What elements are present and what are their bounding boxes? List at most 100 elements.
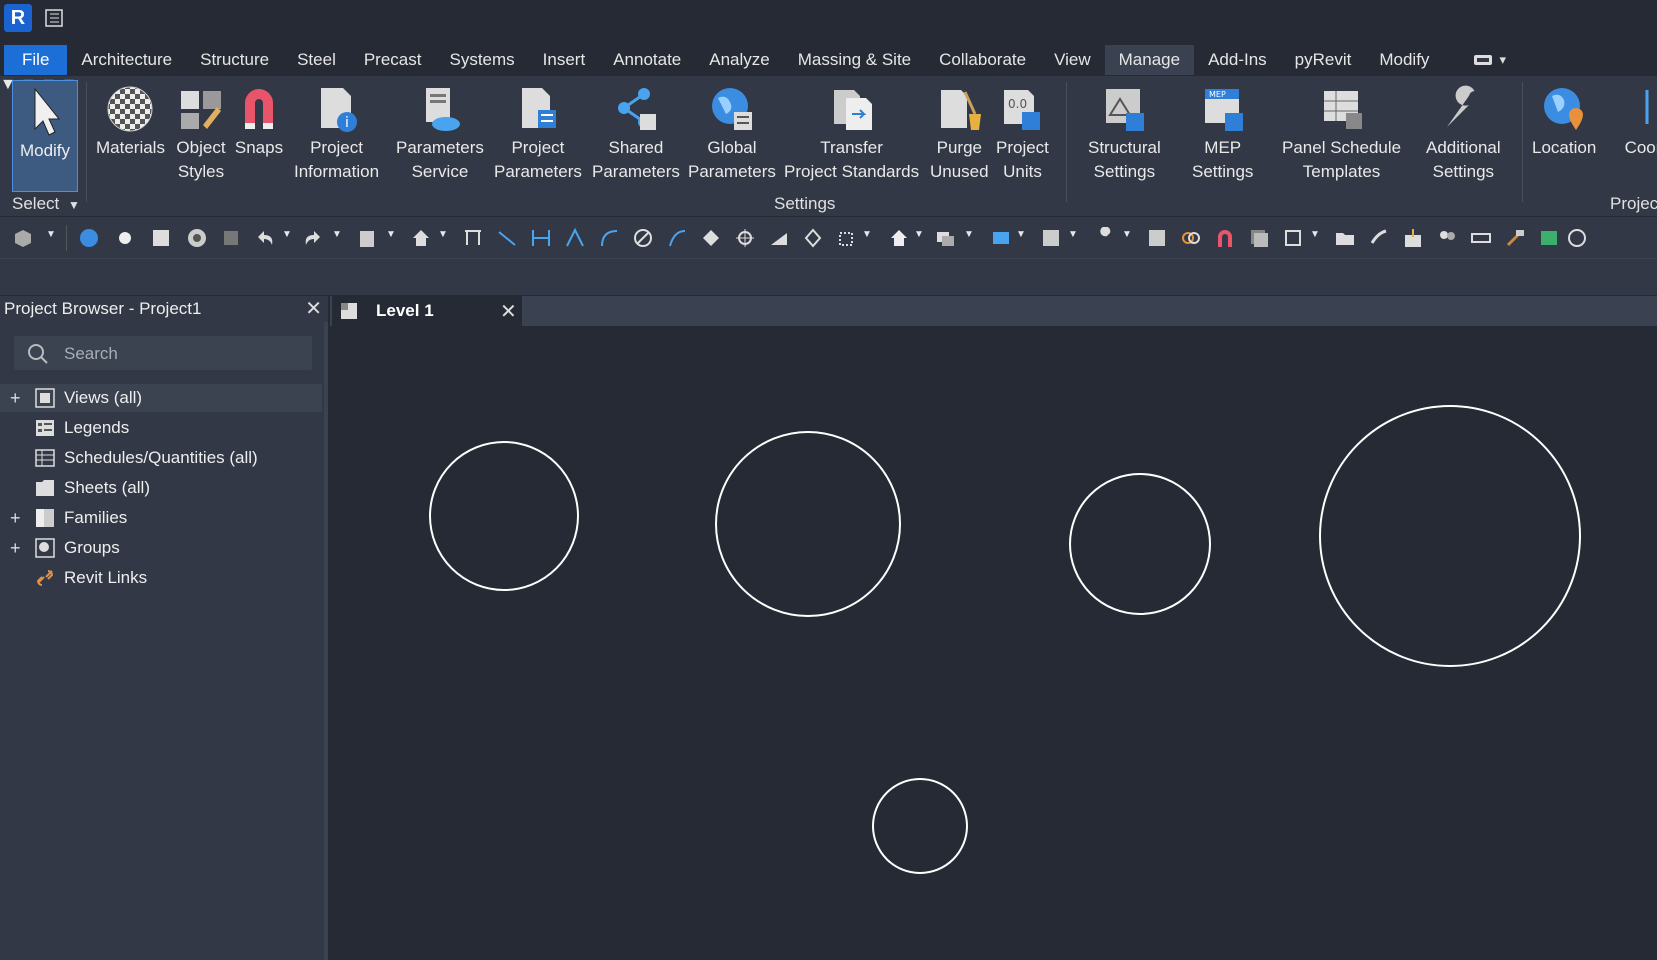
coordinates-button[interactable]: Coor (1618, 82, 1657, 160)
sun-icon[interactable] (114, 227, 136, 249)
arc-length-icon[interactable] (666, 227, 688, 249)
cube-grid-icon[interactable] (150, 227, 172, 249)
location-button[interactable]: Location (1532, 82, 1596, 160)
tab-add-ins[interactable]: Add-Ins (1194, 45, 1281, 75)
tab-pyrevit[interactable]: pyRevit (1281, 45, 1366, 75)
switch-windows-icon[interactable] (934, 227, 956, 249)
redo-icon[interactable] (302, 227, 324, 249)
tab-manage[interactable]: Manage (1104, 45, 1195, 75)
object-styles-button[interactable]: Object Styles (176, 82, 226, 184)
section-box-icon[interactable] (836, 227, 858, 249)
snaps-button[interactable]: Snaps (234, 82, 284, 160)
measure-icon[interactable] (496, 227, 518, 249)
chevron-down-icon[interactable]: ▼ (46, 229, 56, 240)
tab-systems[interactable]: Systems (435, 45, 528, 75)
tab-analyze[interactable]: Analyze (695, 45, 783, 75)
angular-dimension-icon[interactable] (564, 227, 586, 249)
thin-lines-icon[interactable] (990, 227, 1012, 249)
search-box[interactable] (14, 336, 312, 372)
tree-item-sheets[interactable]: Sheets (all) (0, 474, 322, 502)
spot-slope-icon[interactable] (768, 227, 790, 249)
chevron-down-icon[interactable]: ▼ (1122, 229, 1132, 240)
circle-element[interactable] (1069, 473, 1211, 615)
panel-schedule-templates-button[interactable]: Panel Schedule Templates (1282, 82, 1401, 184)
chevron-down-icon[interactable]: ▼ (964, 229, 974, 240)
home-icon[interactable] (410, 227, 432, 249)
chevron-down-icon[interactable]: ▼ (1068, 229, 1078, 240)
tab-modify[interactable]: Modify (1365, 45, 1443, 75)
expand-icon[interactable]: + (10, 508, 24, 529)
chevron-down-icon[interactable]: ▼ (386, 229, 396, 240)
ruler-icon[interactable] (1470, 227, 1492, 249)
additional-settings-button[interactable]: Additional Settings (1426, 82, 1501, 184)
tree-item-families[interactable]: + Families (0, 504, 322, 532)
revit-logo[interactable]: R (4, 4, 32, 32)
tree-item-revit-links[interactable]: Revit Links (0, 564, 322, 592)
parameters-service-button[interactable]: Parameters Service (396, 82, 484, 184)
magnet-icon[interactable] (1214, 227, 1236, 249)
global-parameters-button[interactable]: Global Parameters (688, 82, 776, 184)
chevron-down-icon[interactable]: ▼ (332, 229, 342, 240)
tab-architecture[interactable]: Architecture (67, 45, 186, 75)
chevron-down-icon[interactable]: ▼ (438, 229, 448, 240)
modify-button[interactable]: Modify (12, 80, 78, 192)
quick-access-icon[interactable] (44, 8, 64, 28)
tab-collaborate[interactable]: Collaborate (925, 45, 1040, 75)
delete-icon[interactable] (220, 227, 242, 249)
project-information-button[interactable]: i Project Information (294, 82, 379, 184)
view-tab-level-1[interactable]: Level 1 ✕ (332, 296, 522, 326)
default-3d-icon[interactable] (888, 227, 910, 249)
paint-icon[interactable] (1368, 227, 1390, 249)
materials-button[interactable]: Materials (96, 82, 165, 160)
structural-settings-button[interactable]: Structural Settings (1088, 82, 1161, 184)
hammer-icon[interactable] (1504, 227, 1526, 249)
search-input[interactable] (62, 336, 306, 372)
wrench-icon[interactable] (1094, 227, 1116, 249)
spot-coordinate-icon[interactable] (734, 227, 756, 249)
model-view-icon[interactable] (1538, 227, 1560, 249)
tab-steel[interactable]: Steel (283, 45, 350, 75)
project-units-button[interactable]: 0.0 Project Units (996, 82, 1049, 184)
tree-item-groups[interactable]: + Groups (0, 534, 322, 562)
drawing-canvas[interactable] (330, 326, 1657, 960)
close-hidden-windows-icon[interactable] (1040, 227, 1062, 249)
tab-annotate[interactable]: Annotate (599, 45, 695, 75)
diameter-dimension-icon[interactable] (632, 227, 654, 249)
transfer-project-standards-button[interactable]: Transfer Project Standards (784, 82, 919, 184)
clipboard-icon[interactable] (356, 227, 378, 249)
chevron-down-icon[interactable]: ▼ (282, 229, 292, 240)
folder-icon[interactable] (1334, 227, 1356, 249)
materials-icon[interactable] (186, 227, 208, 249)
chevron-down-icon[interactable]: ▼ (1310, 229, 1320, 240)
circle-element[interactable] (1319, 405, 1581, 667)
spot-elevation-icon[interactable] (700, 227, 722, 249)
align-dimension-icon[interactable] (462, 227, 484, 249)
linear-dimension-icon[interactable] (530, 227, 552, 249)
circle-element[interactable] (715, 431, 901, 617)
ribbon-display-toggle[interactable]: ▾ (1473, 52, 1506, 68)
radial-dimension-icon[interactable] (598, 227, 620, 249)
tab-massing-site[interactable]: Massing & Site (784, 45, 925, 75)
tree-item-views[interactable]: + Views (all) (0, 384, 322, 412)
circle-element[interactable] (429, 441, 579, 591)
close-icon[interactable]: ✕ (500, 299, 517, 324)
close-icon[interactable]: ✕ (305, 296, 322, 321)
expand-icon[interactable]: + (10, 388, 24, 409)
cube-icon[interactable] (12, 227, 34, 249)
tab-precast[interactable]: Precast (350, 45, 436, 75)
select-panel-label[interactable]: Select ▼ (12, 194, 80, 214)
expand-icon[interactable]: + (10, 538, 24, 559)
family-load-icon[interactable] (1402, 227, 1424, 249)
tab-insert[interactable]: Insert (529, 45, 600, 75)
tab-view[interactable]: View (1040, 45, 1105, 75)
purge-unused-button[interactable]: Purge Unused (930, 82, 989, 184)
chevron-down-icon[interactable]: ▼ (914, 229, 924, 240)
chevron-down-icon[interactable]: ▼ (862, 229, 872, 240)
tab-file[interactable]: File (4, 45, 68, 75)
circle-element[interactable] (872, 778, 968, 874)
shared-parameters-button[interactable]: Shared Parameters (592, 82, 680, 184)
tag-icon[interactable] (802, 227, 824, 249)
layers-icon[interactable] (1248, 227, 1270, 249)
crop-region-icon[interactable] (1282, 227, 1304, 249)
sync-icon[interactable] (1146, 227, 1168, 249)
